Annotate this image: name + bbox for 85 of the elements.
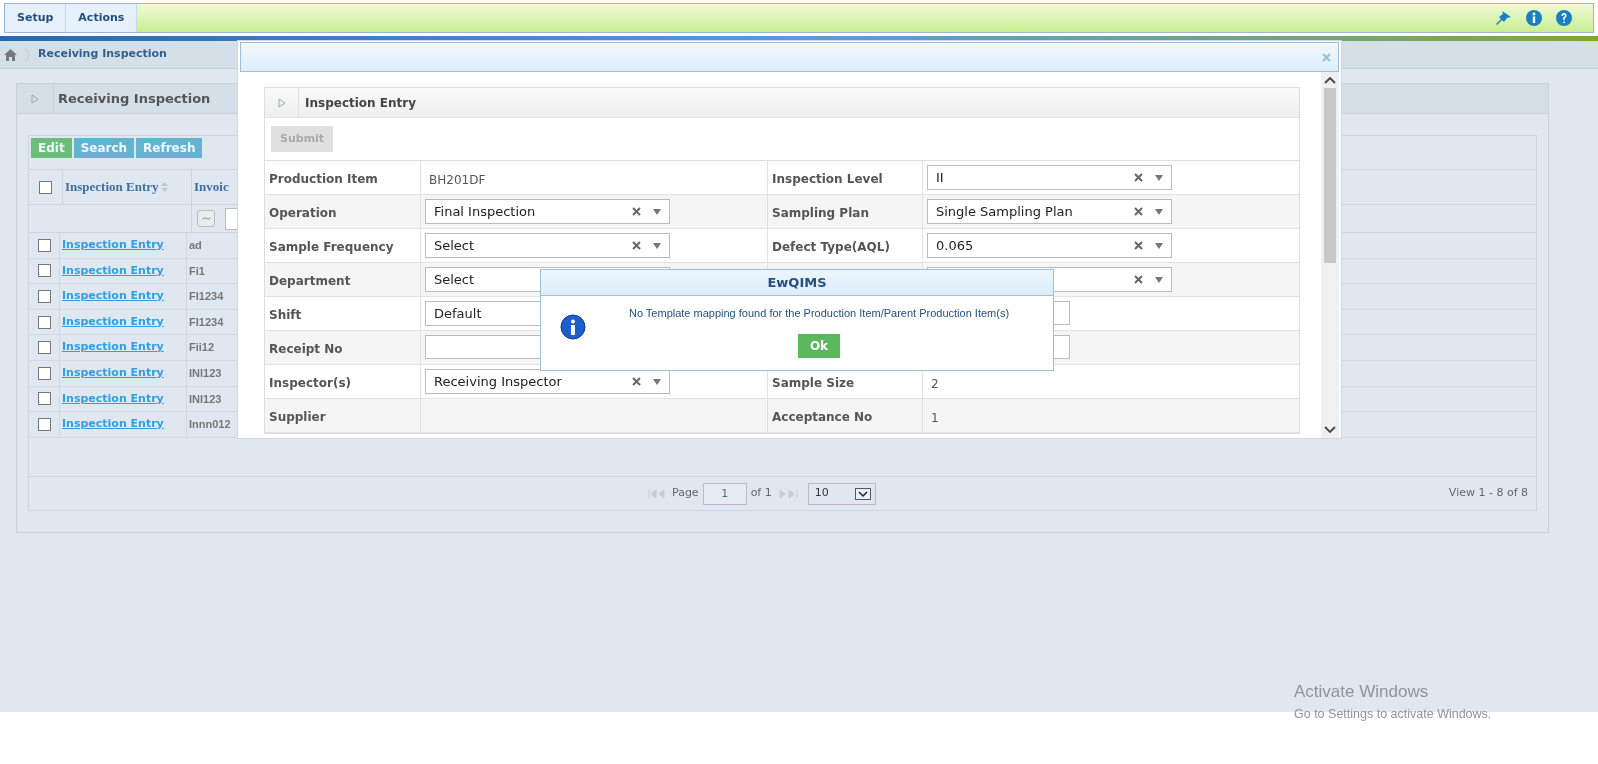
panel-title: Receiving Inspection xyxy=(53,84,211,113)
toolbar-button[interactable]: Refresh xyxy=(136,138,203,158)
field-label: Receipt No xyxy=(269,342,343,356)
select-field[interactable]: II xyxy=(927,165,1172,190)
table-cell-text: Innn012 xyxy=(188,417,231,433)
select-field[interactable]: Single Sampling Plan xyxy=(927,199,1172,224)
checkbox[interactable] xyxy=(37,366,51,380)
section-title: Inspection Entry xyxy=(304,94,417,112)
clear-icon[interactable] xyxy=(1134,173,1143,182)
table-cell-text: ad xyxy=(188,238,202,254)
row-link[interactable]: Inspection Entry xyxy=(62,390,164,408)
record-summary: View 1 - 8 of 8 xyxy=(1448,485,1529,502)
field-label: Sample Frequency xyxy=(269,240,394,254)
table-cell-text: FI1234 xyxy=(188,314,224,330)
field-label: Sampling Plan xyxy=(772,206,869,220)
field-label: Operation xyxy=(269,206,337,220)
pin-icon[interactable] xyxy=(1495,9,1513,27)
select-field[interactable]: 0.065 xyxy=(927,233,1172,258)
clear-icon[interactable] xyxy=(1134,207,1143,216)
toolbar-button[interactable]: Search xyxy=(73,138,135,158)
checkbox[interactable] xyxy=(37,290,51,303)
checkbox[interactable] xyxy=(37,417,51,431)
field-label: Inspector(s) xyxy=(269,376,351,390)
row-link[interactable]: Inspection Entry xyxy=(62,313,164,331)
clear-icon[interactable] xyxy=(632,377,641,386)
page-input[interactable]: 1 xyxy=(702,482,747,505)
checkbox[interactable] xyxy=(37,315,51,329)
field-value: 1 xyxy=(930,410,940,427)
page-count: of 1 xyxy=(750,485,772,502)
column-header[interactable]: Inspection Entry xyxy=(63,170,192,204)
page-label: Page xyxy=(672,485,699,502)
clear-icon[interactable] xyxy=(1134,275,1143,284)
field-label: Inspection Level xyxy=(772,172,883,186)
row-link[interactable]: Inspection Entry xyxy=(62,416,164,433)
breadcrumb-link[interactable]: Receiving Inspection xyxy=(38,46,167,63)
checkbox[interactable] xyxy=(37,264,51,278)
row-link[interactable]: Inspection Entry xyxy=(62,339,164,356)
help-icon[interactable] xyxy=(1555,9,1573,27)
tilde-icon xyxy=(201,216,211,221)
close-icon xyxy=(1321,52,1331,62)
clear-icon[interactable] xyxy=(632,207,641,216)
scroll-down-icon[interactable] xyxy=(1324,426,1336,434)
scrollbar[interactable] xyxy=(1321,72,1339,438)
alert-title: EwQIMS xyxy=(767,273,827,292)
row-link[interactable]: Inspection Entry xyxy=(62,262,164,280)
column-header[interactable]: Invoic xyxy=(192,170,229,204)
alert-message: No Template mapping found for the Production Item/Parent Production Item(s) xyxy=(628,306,1010,321)
table-cell-text: FI1234 xyxy=(188,289,224,305)
activation-title: Activate Windows xyxy=(1294,681,1430,703)
clear-icon[interactable] xyxy=(1134,241,1143,250)
chevron-icon xyxy=(25,48,30,61)
info-icon[interactable] xyxy=(1525,9,1543,27)
field-label: Acceptance No xyxy=(772,410,873,424)
activation-subtitle: Go to Settings to activate Windows. xyxy=(1294,705,1492,723)
clear-icon[interactable] xyxy=(632,241,641,250)
field-label: Department xyxy=(269,274,351,288)
field-label: Defect Type(AQL) xyxy=(772,240,890,254)
scroll-up-icon[interactable] xyxy=(1324,76,1336,84)
select-field[interactable]: Select xyxy=(425,233,670,258)
row-link[interactable]: Inspection Entry xyxy=(62,237,164,254)
table-cell-text: Fii12 xyxy=(188,340,215,356)
menu-tab[interactable]: Actions xyxy=(66,4,138,32)
field-label: Supplier xyxy=(269,410,326,424)
field-value: 2 xyxy=(930,376,940,393)
checkbox[interactable] xyxy=(37,341,51,355)
row-link[interactable]: Inspection Entry xyxy=(62,288,164,305)
page-size-select[interactable]: 10 xyxy=(807,482,876,505)
ok-button[interactable]: Ok xyxy=(797,333,841,358)
select-field[interactable]: Final Inspection xyxy=(425,199,670,224)
select-field[interactable]: Receiving Inspector xyxy=(425,369,670,394)
field-label: Shift xyxy=(269,308,302,322)
table-cell-text: INI123 xyxy=(188,391,222,407)
row-link[interactable]: Inspection Entry xyxy=(62,365,164,382)
caret-icon[interactable] xyxy=(854,487,871,500)
table-cell-text: INI123 xyxy=(188,366,222,381)
field-label: Production Item xyxy=(269,172,378,186)
checkbox[interactable] xyxy=(37,238,51,252)
field-value: BH201DF xyxy=(428,172,487,189)
info-icon xyxy=(560,314,586,340)
home-icon[interactable] xyxy=(4,48,17,61)
field-label: Sample Size xyxy=(772,376,855,390)
checkbox[interactable] xyxy=(39,180,52,194)
table-cell-text: Fi1 xyxy=(188,263,205,279)
checkbox[interactable] xyxy=(37,392,51,406)
menu-tab[interactable]: Setup xyxy=(5,4,67,32)
